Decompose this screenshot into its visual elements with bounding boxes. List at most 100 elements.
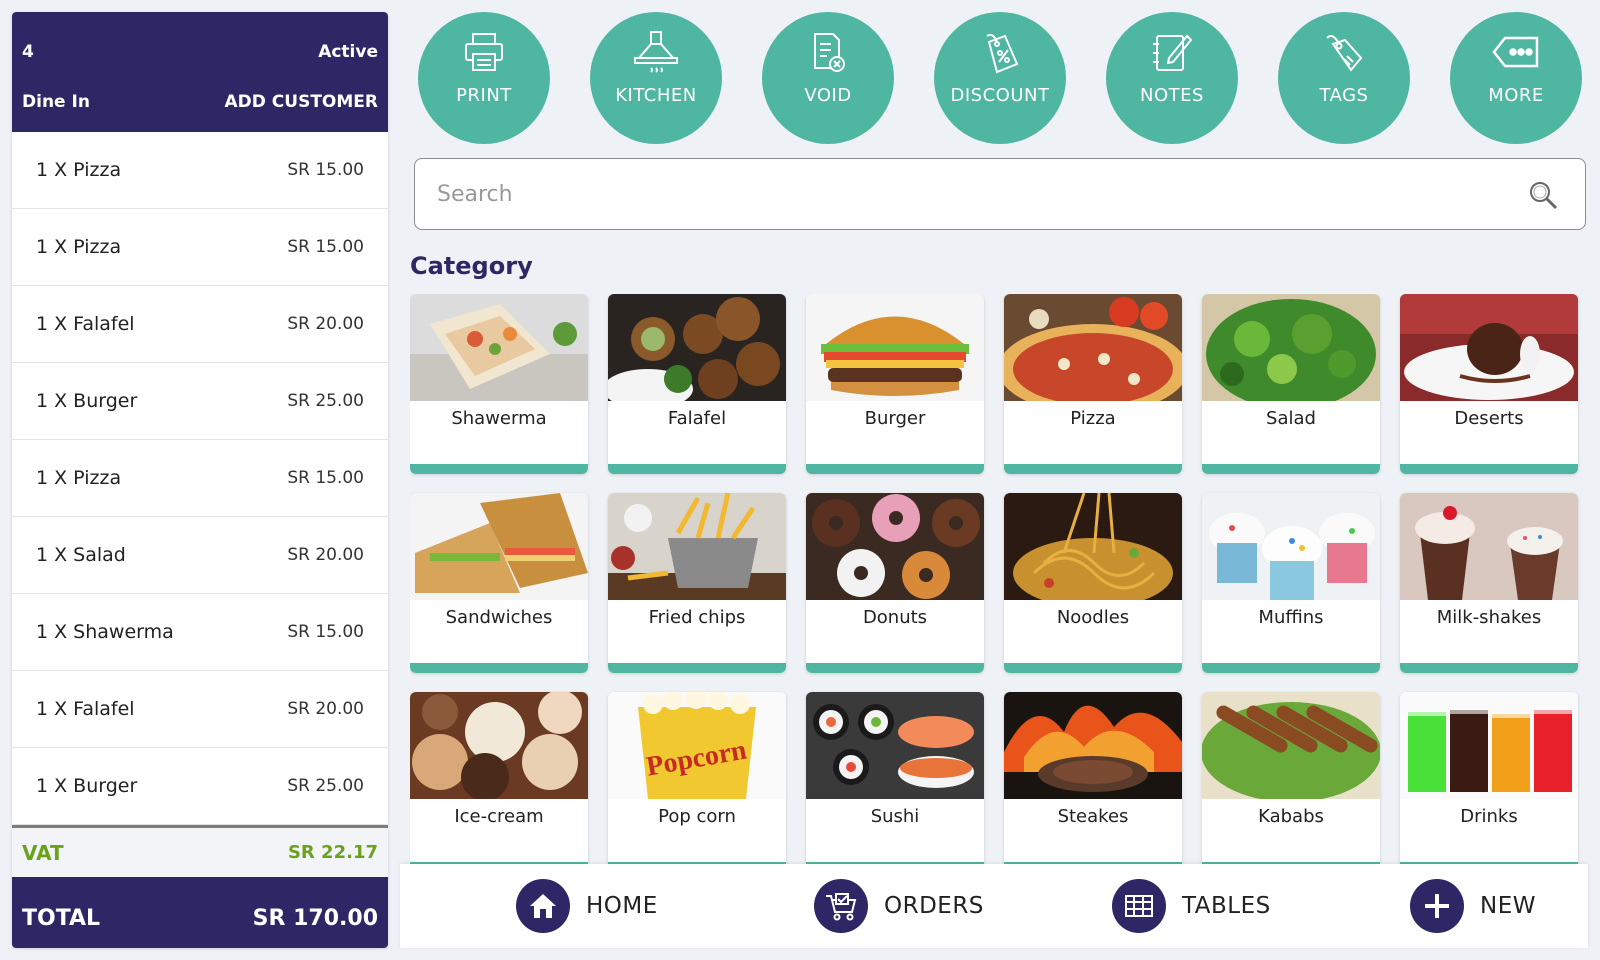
category-card-milk-shakes[interactable]: Milk-shakes [1400, 493, 1578, 673]
order-status: Active [318, 42, 378, 62]
nav-new[interactable]: NEW [1410, 877, 1536, 935]
card-accent-bar [806, 464, 984, 474]
order-item[interactable]: 1 X Pizza SR 15.00 [12, 209, 388, 286]
muffins-image [1202, 493, 1380, 600]
category-card-kababs[interactable]: Kababs [1202, 692, 1380, 864]
vat-row: VAT SR 22.17 [12, 825, 388, 877]
search-bar [414, 158, 1586, 230]
more-button[interactable]: MORE [1450, 12, 1582, 144]
order-item-price: SR 25.00 [287, 776, 364, 796]
order-type[interactable]: Dine In [22, 92, 90, 112]
category-card-sandwiches[interactable]: Sandwiches [410, 493, 588, 673]
category-name: Pop corn [658, 806, 736, 827]
card-accent-bar [1004, 464, 1182, 474]
category-name: Shawerma [451, 408, 547, 429]
notes-button[interactable]: NOTES [1106, 12, 1238, 144]
falafel-image [608, 294, 786, 401]
category-card-shawerma[interactable]: Shawerma [410, 294, 588, 474]
order-item[interactable]: 1 X Shawerma SR 15.00 [12, 594, 388, 671]
order-item[interactable]: 1 X Pizza SR 15.00 [12, 440, 388, 517]
category-name: Muffins [1258, 607, 1324, 628]
card-accent-bar [1202, 464, 1380, 474]
search-input[interactable] [437, 173, 1497, 215]
more-icon [1492, 36, 1539, 68]
category-name: Fried chips [648, 607, 746, 628]
order-items-list: 1 X Pizza SR 15.00 1 X Pizza SR 15.00 1 X … [12, 132, 388, 825]
card-accent-bar [1400, 663, 1578, 673]
nav-orders[interactable]: ORDERS [814, 877, 984, 935]
action-toolbar: PRINT KITCHEN VOID DISCOUNT NOTES TAGS M… [418, 12, 1586, 144]
discount-button[interactable]: DISCOUNT [934, 12, 1066, 144]
order-item-label: 1 X Salad [36, 544, 126, 566]
order-item[interactable]: 1 X Burger SR 25.00 [12, 748, 388, 825]
salad-image [1202, 294, 1380, 401]
more-label: MORE [1488, 85, 1544, 106]
pop-corn-image: Popcorn [608, 692, 786, 799]
total-label: TOTAL [22, 906, 101, 931]
category-card-deserts[interactable]: Deserts [1400, 294, 1578, 474]
nav-orders-label: ORDERS [884, 893, 984, 919]
card-accent-bar [410, 464, 588, 474]
order-header: 4 Active Dine In ADD CUSTOMER [12, 12, 388, 132]
void-button[interactable]: VOID [762, 12, 894, 144]
category-card-ice-cream[interactable]: Ice-cream [410, 692, 588, 864]
steakes-image [1004, 692, 1182, 799]
category-card-falafel[interactable]: Falafel [608, 294, 786, 474]
burger-image [806, 294, 984, 401]
kababs-image [1202, 692, 1380, 799]
printer-icon [465, 33, 503, 71]
category-card-noodles[interactable]: Noodles [1004, 493, 1182, 673]
category-card-salad[interactable]: Salad [1202, 294, 1380, 474]
sandwiches-image [410, 493, 588, 600]
category-name: Sushi [870, 806, 920, 827]
category-card-burger[interactable]: Burger [806, 294, 984, 474]
category-card-muffins[interactable]: Muffins [1202, 493, 1380, 673]
nav-home-label: HOME [586, 893, 658, 919]
order-item-price: SR 25.00 [287, 391, 364, 411]
print-button[interactable]: PRINT [418, 12, 550, 144]
category-card-fried-chips[interactable]: Fried chips [608, 493, 786, 673]
kitchen-button[interactable]: KITCHEN [590, 12, 722, 144]
nav-tables[interactable]: TABLES [1112, 877, 1271, 935]
order-item-label: 1 X Pizza [36, 467, 122, 489]
kitchen-label: KITCHEN [615, 85, 697, 106]
drinks-image [1400, 692, 1578, 799]
category-name: Deserts [1454, 408, 1524, 429]
category-name: Donuts [862, 607, 928, 628]
pizza-image [1004, 294, 1182, 401]
orders-cart-icon [814, 879, 868, 933]
card-accent-bar [1004, 663, 1182, 673]
order-item[interactable]: 1 X Pizza SR 15.00 [12, 132, 388, 209]
category-name: Kababs [1258, 806, 1324, 827]
card-accent-bar [410, 663, 588, 673]
category-card-pop-corn[interactable]: Popcorn Pop corn [608, 692, 786, 864]
discount-label: DISCOUNT [950, 85, 1050, 106]
category-name: Noodles [1056, 607, 1130, 628]
vat-label: VAT [22, 840, 64, 865]
void-document-icon [814, 33, 845, 72]
category-card-pizza[interactable]: Pizza [1004, 294, 1182, 474]
nav-home[interactable]: HOME [516, 877, 658, 935]
order-item[interactable]: 1 X Falafel SR 20.00 [12, 286, 388, 363]
order-item-price: SR 15.00 [287, 468, 364, 488]
order-item[interactable]: 1 X Burger SR 25.00 [12, 363, 388, 440]
notes-label: NOTES [1140, 85, 1204, 106]
card-accent-bar [608, 464, 786, 474]
order-panel: 4 Active Dine In ADD CUSTOMER 1 X Pizza S… [12, 12, 388, 948]
search-icon[interactable] [1527, 179, 1559, 211]
category-card-donuts[interactable]: Donuts [806, 493, 984, 673]
category-card-drinks[interactable]: Drinks [1400, 692, 1578, 864]
category-name: Pizza [1070, 408, 1116, 429]
category-card-steakes[interactable]: Steakes [1004, 692, 1182, 864]
order-item-label: 1 X Shawerma [36, 621, 174, 643]
category-card-sushi[interactable]: Sushi [806, 692, 984, 864]
order-item[interactable]: 1 X Salad SR 20.00 [12, 517, 388, 594]
shawerma-image [410, 294, 588, 401]
total-amount: SR 170.00 [252, 906, 378, 931]
order-item-label: 1 X Pizza [36, 236, 122, 258]
add-customer-button[interactable]: ADD CUSTOMER [225, 92, 379, 112]
tags-label: TAGS [1319, 85, 1369, 106]
order-item[interactable]: 1 X Falafel SR 20.00 [12, 671, 388, 748]
card-accent-bar [608, 663, 786, 673]
tags-button[interactable]: TAGS [1278, 12, 1410, 144]
